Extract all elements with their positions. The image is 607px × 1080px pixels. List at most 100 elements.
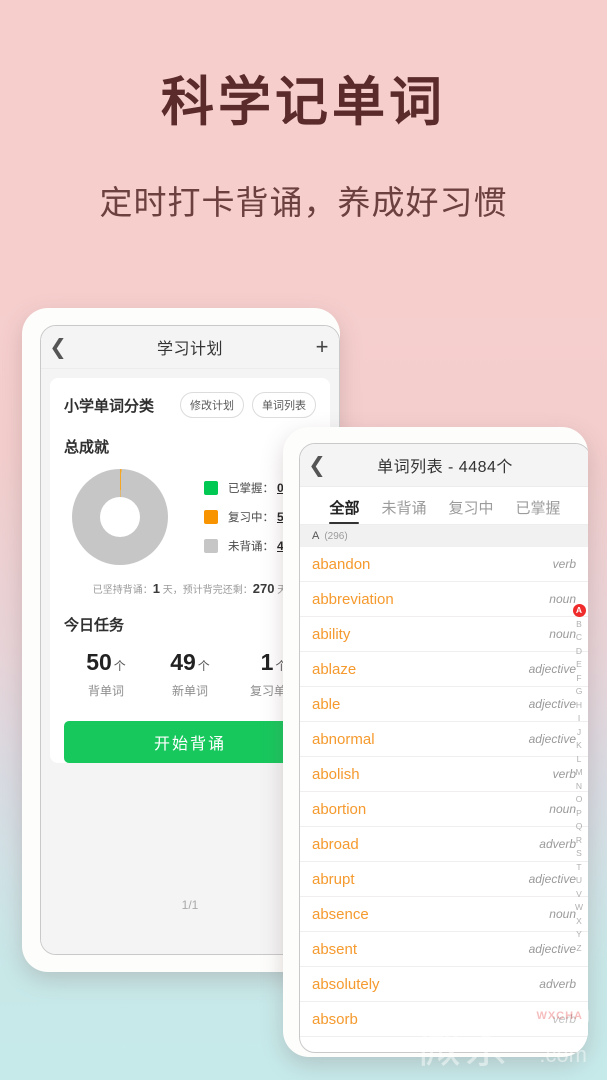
alpha-index-o[interactable]: O	[573, 793, 586, 807]
word-text: absorb	[312, 1010, 358, 1028]
word-text: absent	[312, 940, 358, 958]
word-filter-tabs: 全部 未背诵 复习中 已掌握	[300, 487, 588, 525]
category-title: 小学单词分类	[64, 397, 155, 415]
legend-label-unlearned: 未背诵：	[228, 541, 274, 553]
stat-unit: 个	[113, 659, 126, 673]
alpha-index-d[interactable]: D	[573, 644, 586, 658]
alpha-index-u[interactable]: U	[573, 874, 586, 888]
alpha-index-w[interactable]: W	[573, 901, 586, 915]
chevron-left-icon[interactable]: ❮	[300, 455, 334, 476]
alpha-index-h[interactable]: H	[573, 698, 586, 712]
start-memorize-button[interactable]: 开始背诵	[64, 721, 316, 763]
legend-label-mastered: 已掌握：	[228, 483, 274, 495]
progress-donut-chart	[72, 469, 168, 565]
left-nav-title: 学习计划	[156, 341, 223, 358]
stat-number: 50 个	[64, 649, 148, 676]
alpha-index-f[interactable]: F	[573, 671, 586, 685]
page-title: 科学记单词	[161, 74, 446, 132]
alpha-index-x[interactable]: X	[573, 914, 586, 928]
alpha-index-b[interactable]: B	[573, 617, 586, 631]
alphabet-index-sidebar[interactable]: ABCDEFGHIJKLMNOPQRSTUVWXYZ	[571, 604, 587, 955]
stat-value: 49	[170, 649, 196, 675]
word-text: abandon	[312, 555, 371, 573]
word-part-of-speech: adjective	[528, 942, 576, 956]
word-list-item[interactable]: abnormal adjective	[300, 722, 588, 757]
streak-prefix: 已坚持背诵：	[92, 585, 153, 596]
word-text: abolish	[312, 765, 360, 783]
word-text: abnormal	[312, 730, 375, 748]
right-nav-title: 单词列表 - 4484个	[377, 459, 513, 476]
word-list-item[interactable]: abrupt adjective	[300, 862, 588, 897]
legend-swatch-green	[204, 481, 218, 495]
chevron-left-icon[interactable]: ❮	[41, 337, 75, 358]
word-list-item[interactable]: ablaze adjective	[300, 652, 588, 687]
legend-label-reviewing: 复习中：	[228, 512, 274, 524]
word-part-of-speech: adverb	[539, 977, 576, 991]
achievement-section-title: 总成就	[64, 439, 110, 456]
stat-label: 背单词	[87, 684, 124, 698]
word-text: abroad	[312, 835, 359, 853]
alpha-index-v[interactable]: V	[573, 887, 586, 901]
word-list-item[interactable]: absorb verb	[300, 1002, 588, 1037]
word-list-item[interactable]: absent adjective	[300, 932, 588, 967]
tab-all[interactable]: 全部	[329, 497, 360, 524]
screen-word-list: ❮ 单词列表 - 4484个 全部 未背诵 复习中 已掌握 A (296) ab…	[299, 443, 588, 1053]
word-list-item[interactable]: absence noun	[300, 897, 588, 932]
streak-days: 1	[152, 581, 160, 596]
stat-number: 49 个	[148, 649, 232, 676]
word-part-of-speech: verb	[552, 1012, 576, 1026]
alpha-index-a[interactable]: A	[572, 604, 586, 617]
section-header-a: A (296)	[300, 525, 588, 547]
stat-label: 新单词	[171, 684, 208, 698]
legend-swatch-orange	[204, 510, 218, 524]
tab-mastered[interactable]: 已掌握	[516, 497, 561, 524]
word-list-item[interactable]: abortion noun	[300, 792, 588, 827]
word-text: abbreviation	[312, 590, 394, 608]
alpha-index-k[interactable]: K	[573, 739, 586, 753]
alpha-index-q[interactable]: Q	[573, 820, 586, 834]
alpha-index-g[interactable]: G	[573, 685, 586, 699]
alpha-index-z[interactable]: Z	[573, 941, 586, 955]
alpha-index-l[interactable]: L	[573, 752, 586, 766]
screenshot-root: 科学记单词 定时打卡背诵，养成好习惯 ❮ 学习计划 + 小学单词分类 修改计划 …	[0, 0, 607, 1080]
tab-reviewing[interactable]: 复习中	[449, 497, 494, 524]
word-part-of-speech: adjective	[528, 872, 576, 886]
alpha-index-j[interactable]: J	[573, 725, 586, 739]
edit-plan-button[interactable]: 修改计划	[180, 392, 244, 418]
phone-mockup-right: ❮ 单词列表 - 4484个 全部 未背诵 复习中 已掌握 A (296) ab…	[283, 427, 588, 1057]
plus-icon[interactable]: +	[305, 336, 339, 358]
word-list-button[interactable]: 单词列表	[252, 392, 316, 418]
alpha-index-r[interactable]: R	[573, 833, 586, 847]
alpha-index-p[interactable]: P	[573, 806, 586, 820]
alpha-index-y[interactable]: Y	[573, 928, 586, 942]
hero-block: 科学记单词 定时打卡背诵，养成好习惯	[0, 0, 607, 224]
category-header-row: 小学单词分类 修改计划 单词列表	[64, 392, 316, 418]
alpha-index-n[interactable]: N	[573, 779, 586, 793]
word-list-item[interactable]: able adjective	[300, 687, 588, 722]
today-stats: 50 个 背单词 49 个 新单词 1个 复习单词	[64, 649, 316, 699]
left-navbar: ❮ 学习计划 +	[41, 326, 339, 369]
stat-unit: 个	[197, 659, 210, 673]
streak-unit: 天，预计背完还剩：	[159, 585, 253, 596]
word-part-of-speech: verb	[552, 557, 576, 571]
alpha-index-s[interactable]: S	[573, 847, 586, 861]
alpha-index-i[interactable]: I	[573, 712, 586, 726]
word-list-item[interactable]: ability noun	[300, 617, 588, 652]
alpha-index-m[interactable]: M	[573, 766, 586, 780]
word-text: able	[312, 695, 341, 713]
tab-unlearned[interactable]: 未背诵	[381, 497, 426, 524]
page-subtitle: 定时打卡背诵，养成好习惯	[99, 184, 508, 221]
word-list-item[interactable]: abandon verb	[300, 547, 588, 582]
alpha-index-c[interactable]: C	[573, 631, 586, 645]
word-list-item[interactable]: abbreviation noun	[300, 582, 588, 617]
word-list[interactable]: abandon verb abbreviation noun ability noun ab…	[300, 547, 588, 1037]
word-list-item[interactable]: absolutely adverb	[300, 967, 588, 1002]
word-text: ability	[312, 625, 351, 643]
alpha-index-t[interactable]: T	[573, 860, 586, 874]
today-task-title: 今日任务	[64, 617, 125, 634]
section-count: (296)	[324, 531, 348, 542]
word-list-item[interactable]: abolish verb	[300, 757, 588, 792]
word-list-item[interactable]: abroad adverb	[300, 827, 588, 862]
legend-swatch-grey	[204, 539, 218, 553]
alpha-index-e[interactable]: E	[573, 658, 586, 672]
